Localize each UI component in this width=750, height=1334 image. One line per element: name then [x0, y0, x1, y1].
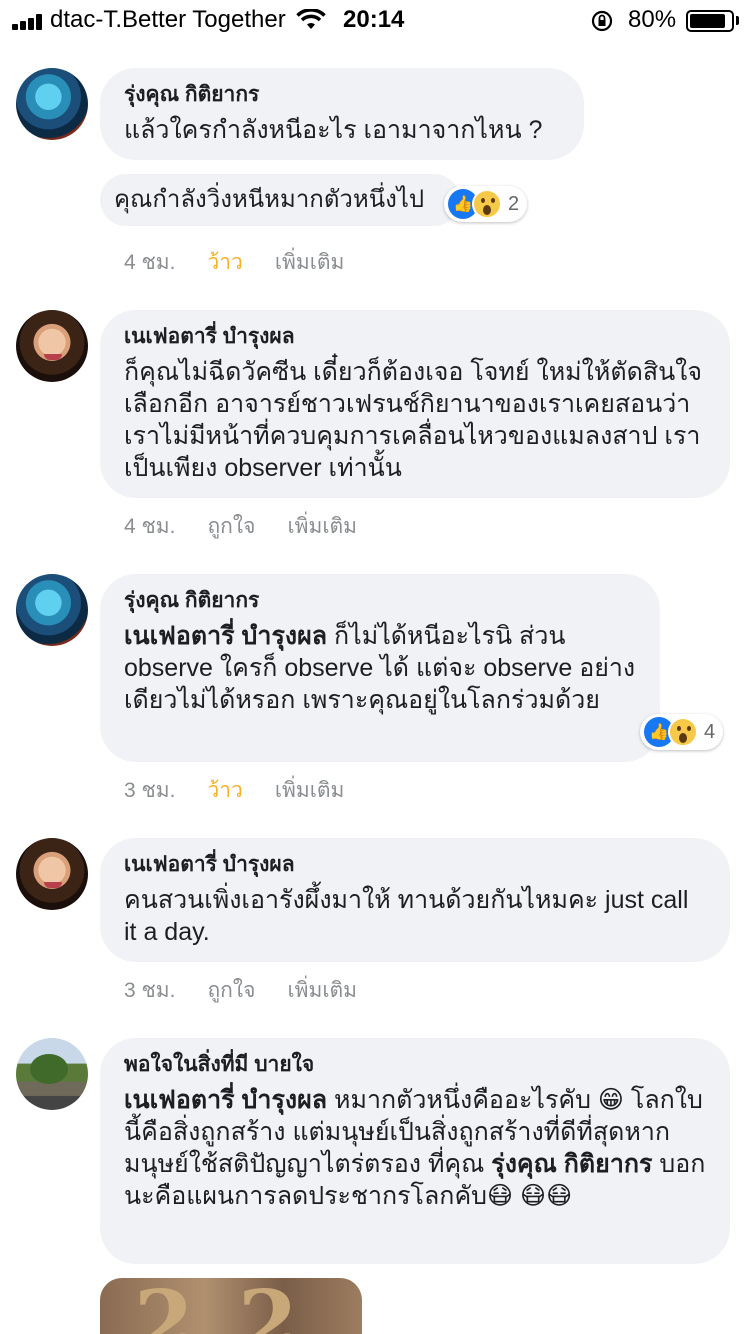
comment-meta: 4 ชม. ถูกใจ เพิ่มเติม [124, 510, 357, 543]
comment-meta: 3 ชม. ถูกใจ เพิ่มเติม [124, 974, 357, 1007]
attached-image[interactable] [100, 1278, 362, 1334]
more-button[interactable]: เพิ่มเติม [275, 774, 345, 807]
comment-time: 4 ชม. [124, 515, 176, 538]
battery-tip [736, 16, 739, 25]
like-button[interactable]: ถูกใจ [207, 510, 255, 543]
more-button[interactable]: เพิ่มเติม [287, 510, 357, 543]
cellular-signal-icon [12, 14, 46, 30]
wifi-icon [296, 9, 326, 29]
comment-author[interactable]: รุ่งคุณ กิติยากร [124, 588, 636, 614]
reaction-summary[interactable]: 👍 4 [640, 714, 724, 750]
react-button[interactable]: ว้าว [207, 246, 242, 279]
wow-reaction-icon [472, 189, 502, 219]
comment-bubble[interactable]: รุ่งคุณ กิติยากร เนเฟอตารี่ บำรุงผล ก็ไม… [100, 574, 660, 762]
avatar[interactable] [16, 1038, 88, 1110]
status-bar: dtac-T.Better Together 20:14 80% [0, 0, 750, 40]
comment-time: 3 ชม. [124, 779, 176, 802]
battery-percentage: 80% [628, 6, 677, 33]
react-button[interactable]: ว้าว [207, 774, 242, 807]
more-button[interactable]: เพิ่มเติม [287, 974, 357, 1007]
comment-meta: 4 ชม. ว้าว เพิ่มเติม [124, 246, 344, 279]
comment-author[interactable]: เนเฟอตารี่ บำรุงผล [124, 324, 706, 350]
reaction-summary[interactable]: 👍 2 [444, 186, 528, 222]
rotation-lock-icon [591, 10, 613, 32]
carrier-name: dtac-T.Better Together [50, 6, 286, 33]
comment-author[interactable]: เนเฟอตารี่ บำรุงผล [124, 852, 706, 878]
mention-link[interactable]: รุ่งคุณ กิติยากร [491, 1150, 652, 1178]
comment-bubble[interactable]: เนเฟอตารี่ บำรุงผล คนสวนเพิ่งเอารังผึ้งม… [100, 838, 730, 962]
comment-text: เนเฟอตารี่ บำรุงผล ก็ไม่ได้หนีอะไรนิ ส่ว… [124, 620, 636, 716]
clock: 20:14 [343, 6, 405, 33]
reaction-count: 2 [508, 192, 520, 215]
comment-meta: 3 ชม. ว้าว เพิ่มเติม [124, 774, 344, 807]
avatar[interactable] [16, 574, 88, 646]
like-button[interactable]: ถูกใจ [207, 974, 255, 1007]
comment-bubble[interactable]: พอใจในสิ่งที่มี บายใจ เนเฟอตารี่ บำรุงผล… [100, 1038, 730, 1264]
battery-icon [686, 10, 734, 32]
comment-author[interactable]: พอใจในสิ่งที่มี บายใจ [124, 1052, 706, 1078]
comment-text: คนสวนเพิ่งเอารังผึ้งมาให้ ทานด้วยกันไหมค… [124, 886, 689, 946]
reaction-count: 4 [704, 720, 716, 743]
avatar[interactable] [16, 68, 88, 140]
avatar[interactable] [16, 310, 88, 382]
comment-time: 3 ชม. [124, 979, 176, 1002]
comment-bubble[interactable]: เนเฟอตารี่ บำรุงผล ก็คุณไม่ฉีดวัคซีน เดี… [100, 310, 730, 498]
comment-bubble[interactable]: รุ่งคุณ กิติยากร แล้วใครกำลังหนีอะไร เอา… [100, 68, 584, 160]
avatar[interactable] [16, 838, 88, 910]
wow-reaction-icon [668, 717, 698, 747]
mention-link[interactable]: เนเฟอตารี่ บำรุงผล [124, 1086, 327, 1114]
comment-text: แล้วใครกำลังหนีอะไร เอามาจากไหน ? [124, 116, 543, 144]
comment-text: ก็คุณไม่ฉีดวัคซีน เดี๋ยวก็ต้องเจอ โจทย์ … [124, 358, 703, 482]
mention-link[interactable]: เนเฟอตารี่ บำรุงผล [124, 622, 327, 650]
comment-time: 4 ชม. [124, 251, 176, 274]
comment-author[interactable]: รุ่งคุณ กิติยากร [124, 82, 560, 108]
reply-preview[interactable]: คุณกำลังวิ่งหนีหมากตัวหนึ่งไป [100, 174, 460, 226]
comment-text: เนเฟอตารี่ บำรุงผล หมากตัวหนึ่งคืออะไรคั… [124, 1084, 706, 1212]
more-button[interactable]: เพิ่มเติม [275, 246, 345, 279]
